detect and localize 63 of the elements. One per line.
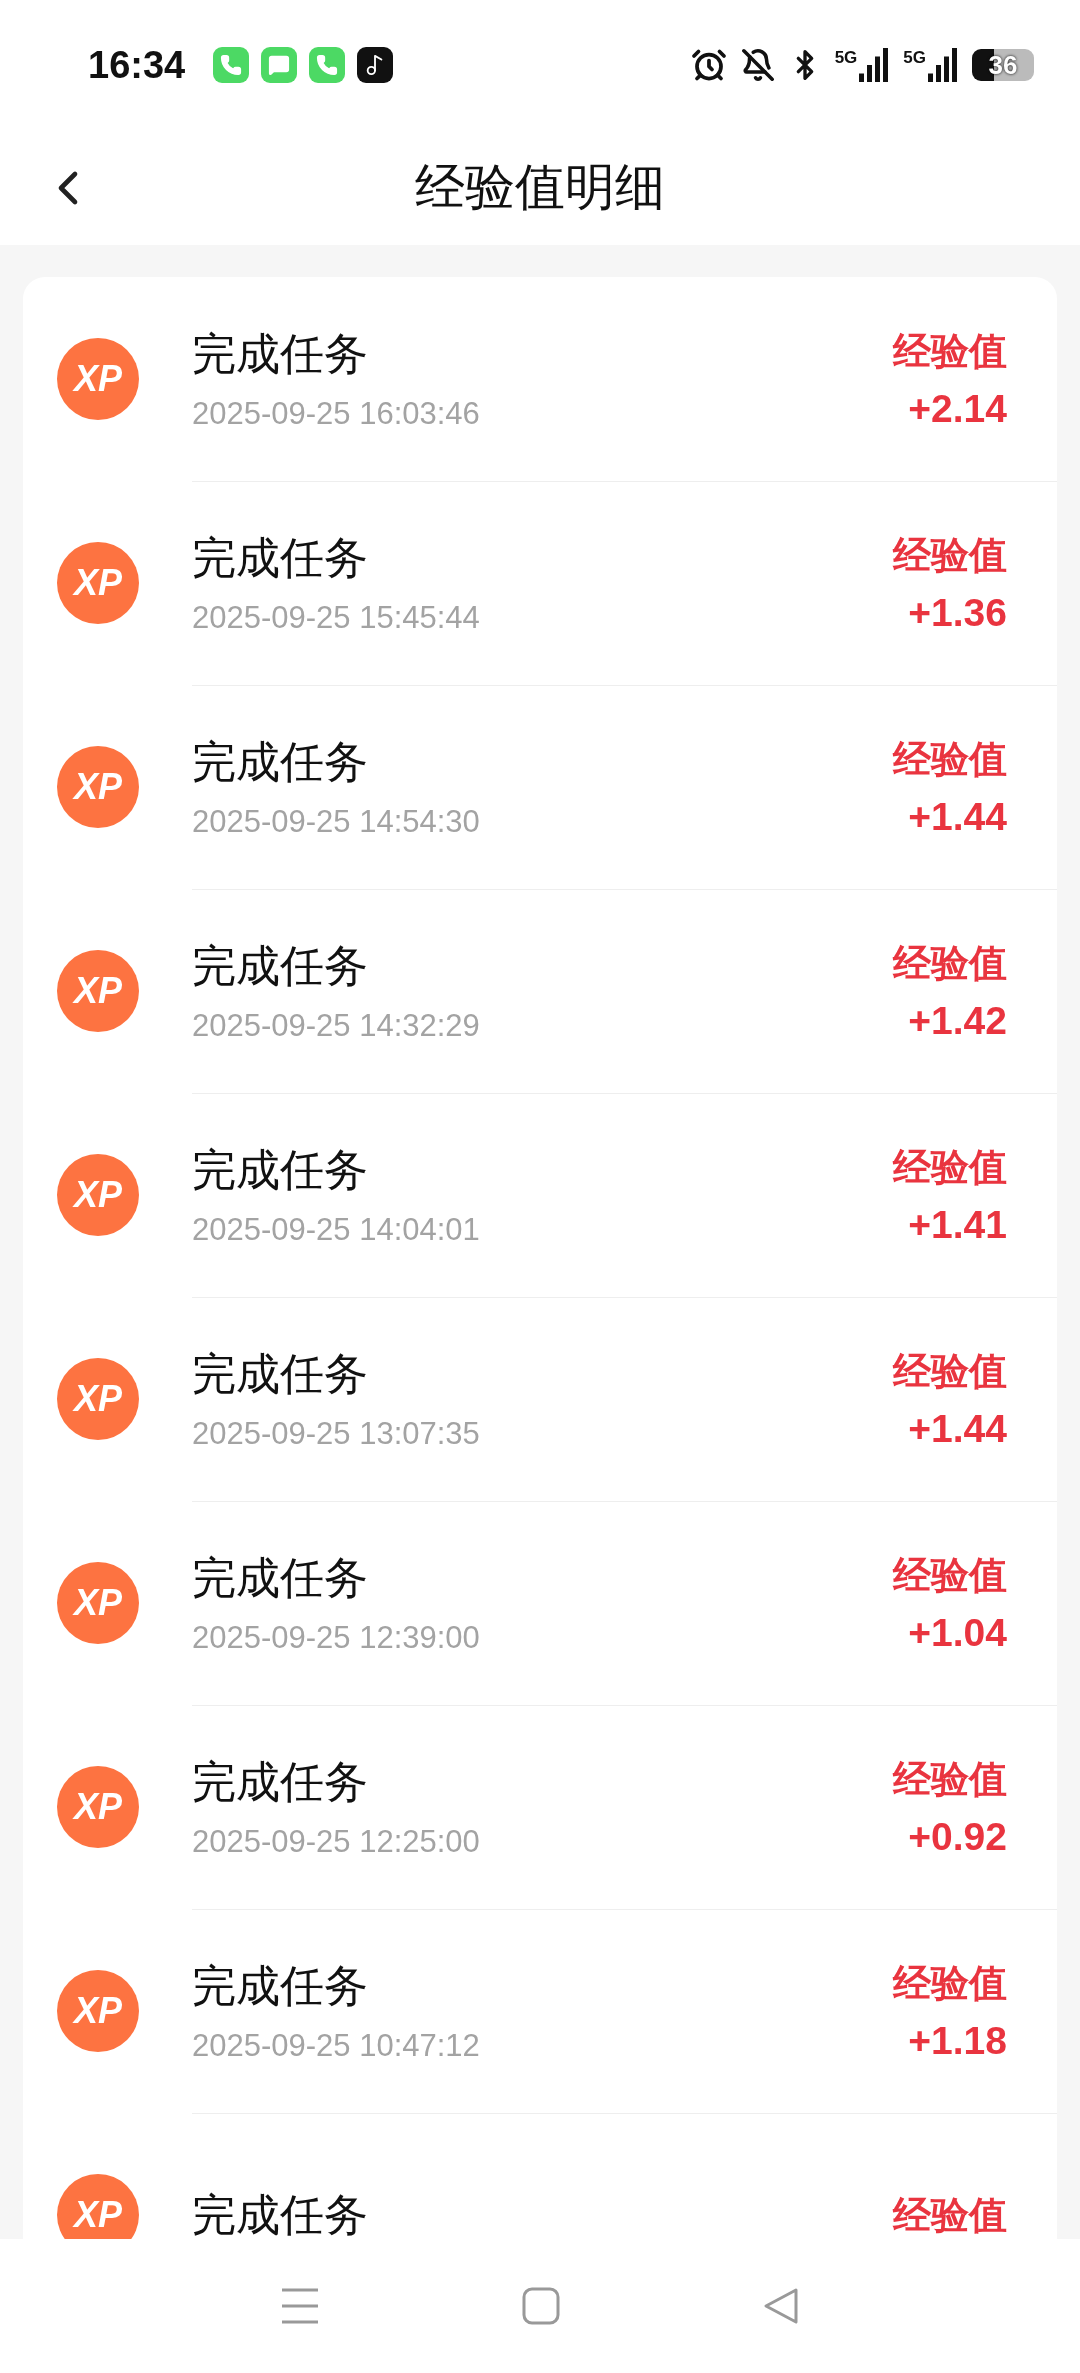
record-title: 完成任务	[192, 327, 369, 381]
record-label: 经验值	[893, 1960, 1007, 2007]
record-value: +1.36	[908, 591, 1007, 635]
record-time: 2025-09-25 13:07:35	[192, 1416, 481, 1452]
record-time: 2025-09-25 14:04:01	[192, 1212, 481, 1248]
record-title: 完成任务	[192, 1755, 369, 1809]
xp-badge: XP	[57, 1154, 139, 1236]
record-value: +1.41	[908, 1203, 1007, 1247]
record-label: 经验值	[893, 1552, 1007, 1599]
record-title: 完成任务	[192, 735, 369, 789]
record-title: 完成任务	[192, 2187, 369, 2239]
xp-badge: XP	[57, 1766, 139, 1848]
signal-icon	[859, 48, 890, 82]
record-label: 经验值	[893, 736, 1007, 783]
record-value: +1.42	[908, 999, 1007, 1043]
status-time: 16:34	[88, 43, 186, 87]
record-title: 完成任务	[192, 1143, 369, 1197]
record-value: +2.14	[908, 387, 1007, 431]
record-title: 完成任务	[192, 1551, 369, 1605]
record-value: +1.18	[908, 2019, 1007, 2063]
record-time: 2025-09-25 16:03:46	[192, 396, 481, 432]
record-label: 经验值	[893, 532, 1007, 579]
xp-badge: XP	[57, 746, 139, 828]
record-label: 经验值	[893, 1756, 1007, 1803]
record-label: 经验值	[893, 2191, 1007, 2239]
menu-icon[interactable]	[281, 2288, 320, 2324]
record-time: 2025-09-25 15:45:44	[192, 600, 481, 636]
back-nav-icon[interactable]	[762, 2287, 799, 2325]
record-time: 2025-09-25 12:39:00	[192, 1620, 481, 1656]
record-title: 完成任务	[192, 1347, 369, 1401]
bell-off-icon	[740, 48, 775, 82]
page-title: 经验值明细	[415, 157, 665, 218]
record-value: +0.92	[908, 1815, 1007, 1859]
record-label: 经验值	[893, 1144, 1007, 1191]
phone-app-icon	[309, 47, 346, 83]
xp-badge: XP	[57, 950, 139, 1032]
record-value: +1.44	[908, 1407, 1007, 1451]
signal-icon	[928, 48, 958, 82]
xp-badge: XP	[57, 1970, 139, 2052]
network-type: 5G	[834, 48, 858, 68]
music-app-icon	[357, 47, 394, 83]
xp-badge: XP	[57, 542, 139, 624]
phone-app-icon	[213, 47, 250, 83]
record-label: 经验值	[893, 940, 1007, 987]
xp-badge: XP	[57, 2174, 139, 2239]
record-value: +1.04	[908, 1611, 1007, 1655]
record-time: 2025-09-25 14:54:30	[192, 804, 481, 840]
message-app-icon	[261, 47, 298, 83]
record-title: 完成任务	[192, 531, 369, 585]
network-type: 5G	[903, 48, 926, 68]
record-title: 完成任务	[192, 1959, 369, 2013]
record-time: 2025-09-25 10:47:12	[192, 2028, 481, 2064]
record-value: +1.44	[908, 795, 1007, 839]
xp-badge: XP	[57, 338, 139, 420]
home-icon[interactable]	[522, 2287, 560, 2325]
record-time: 2025-09-25 14:32:29	[192, 1008, 481, 1044]
record-title: 完成任务	[192, 939, 369, 993]
record-time: 2025-09-25 12:25:00	[192, 1824, 481, 1860]
alarm-icon	[690, 47, 727, 83]
record-label: 经验值	[893, 1348, 1007, 1395]
xp-badge: XP	[57, 1358, 139, 1440]
xp-badge: XP	[57, 1562, 139, 1644]
record-label: 经验值	[893, 328, 1007, 375]
